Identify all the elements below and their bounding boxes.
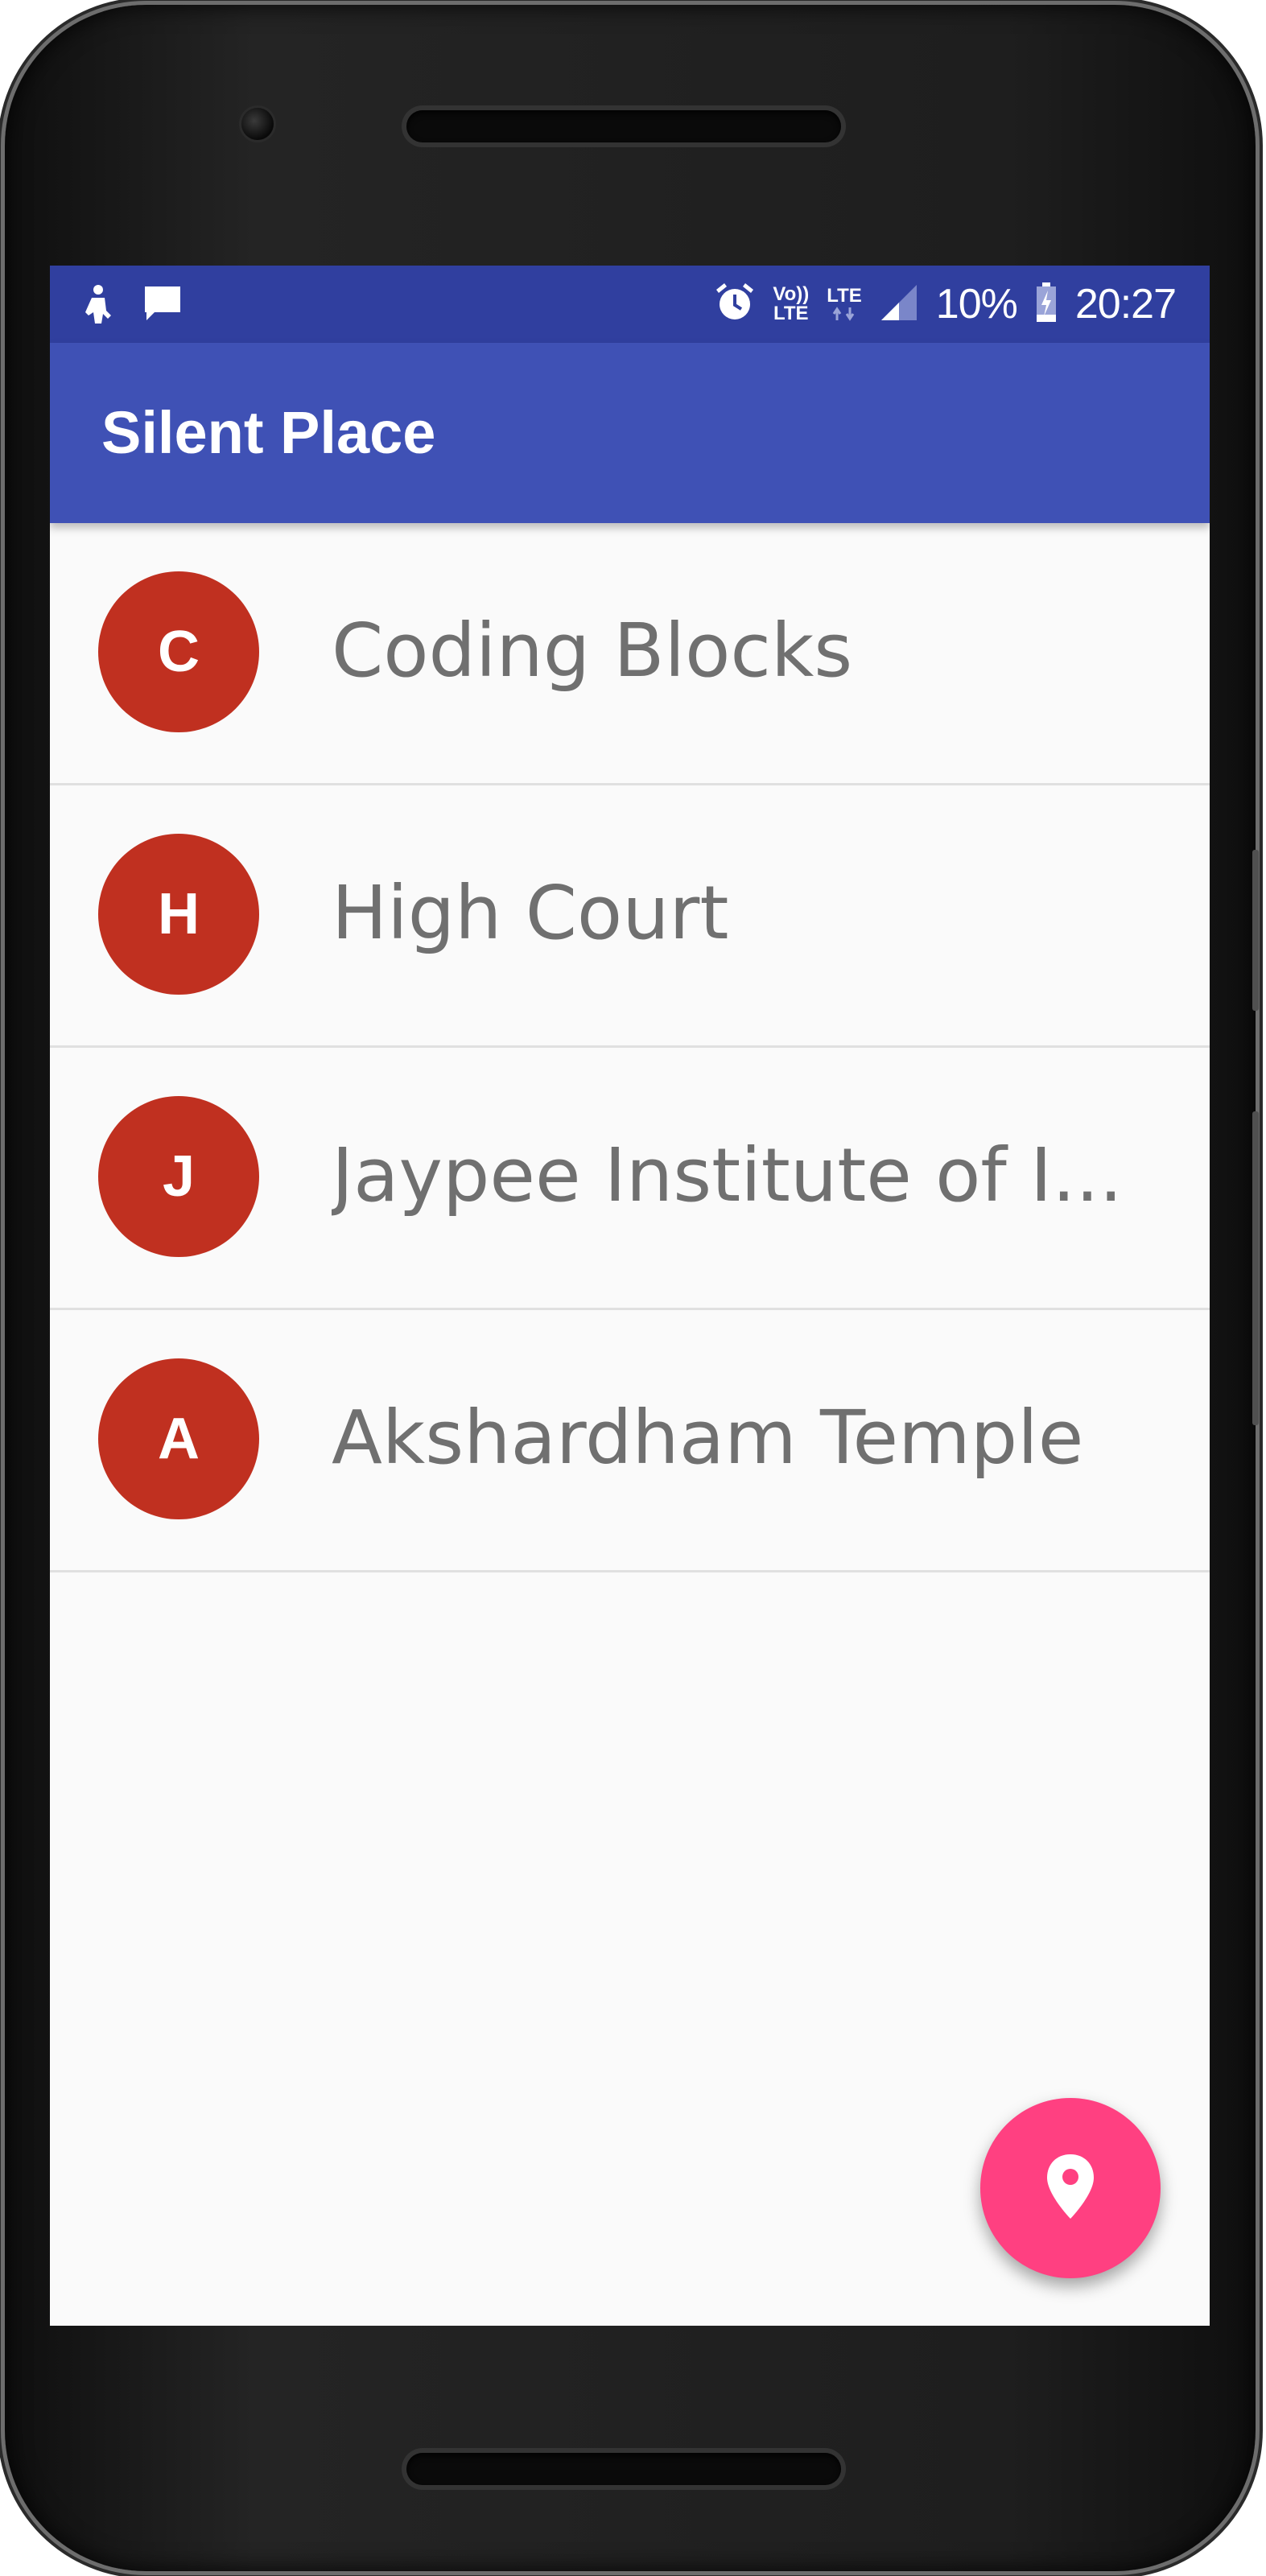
place-name: Akshardham Temple xyxy=(332,1395,1084,1481)
place-name: High Court xyxy=(332,870,729,956)
status-bar: Vo)) LTE LTE 10% 20:27 xyxy=(50,266,1210,343)
power-button xyxy=(1252,1111,1259,1425)
place-initial-avatar: A xyxy=(98,1358,259,1519)
location-pin-icon xyxy=(1045,2153,1096,2224)
earpiece-speaker xyxy=(406,110,841,142)
lte-data-icon: LTE xyxy=(827,286,862,322)
alarm-icon xyxy=(715,282,755,328)
place-initial-avatar: C xyxy=(98,571,259,732)
place-initial-avatar: H xyxy=(98,834,259,995)
place-list-item[interactable]: J Jaypee Institute of I... xyxy=(50,1048,1210,1310)
add-place-fab[interactable] xyxy=(980,2098,1161,2278)
place-list-item[interactable]: A Akshardham Temple xyxy=(50,1310,1210,1572)
bottom-speaker xyxy=(406,2453,841,2485)
signal-icon xyxy=(880,283,918,326)
places-list: C Coding Blocks H High Court J Jaypee In… xyxy=(50,523,1210,1572)
front-camera xyxy=(241,108,274,140)
place-list-item[interactable]: H High Court xyxy=(50,785,1210,1048)
place-name: Coding Blocks xyxy=(332,608,853,694)
volume-button xyxy=(1252,850,1259,1011)
app-bar: Silent Place xyxy=(50,343,1210,523)
system-icons: Vo)) LTE LTE 10% 20:27 xyxy=(715,278,1177,330)
notification-icons xyxy=(82,283,184,329)
place-name: Jaypee Institute of I... xyxy=(332,1132,1123,1218)
volte-icon: Vo)) LTE xyxy=(773,283,810,324)
battery-charging-icon xyxy=(1035,282,1058,327)
app-screen: Vo)) LTE LTE 10% 20:27 Silent Place C Co… xyxy=(50,266,1210,2326)
usb-debug-icon xyxy=(82,283,118,329)
clock: 20:27 xyxy=(1074,281,1177,328)
message-icon xyxy=(142,283,184,329)
battery-percent: 10% xyxy=(935,281,1018,328)
app-title: Silent Place xyxy=(101,399,436,466)
place-initial-avatar: J xyxy=(98,1096,259,1257)
place-list-item[interactable]: C Coding Blocks xyxy=(50,523,1210,785)
